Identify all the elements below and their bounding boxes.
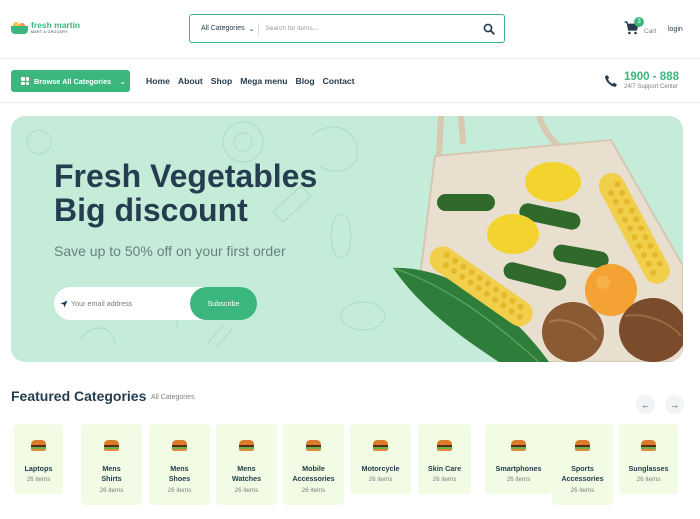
category-icon: [31, 440, 46, 451]
cart-label: Cart: [644, 28, 657, 35]
browse-categories-button[interactable]: Browse All Categories ⌄: [11, 70, 130, 92]
category-count: 26 items: [570, 486, 595, 494]
basket-logo-icon: [11, 21, 28, 34]
menu-item-shop[interactable]: Shop: [211, 76, 232, 86]
search-bar: All Categories ⌄: [189, 14, 505, 43]
grid-icon: [21, 77, 29, 85]
cart-count-badge: 3: [634, 17, 644, 27]
subscribe-button[interactable]: Subscribe: [190, 287, 257, 320]
category-icon: [511, 440, 526, 451]
category-icon: [641, 440, 656, 451]
main-navbar: Browse All Categories ⌄ Home About Shop …: [0, 58, 700, 103]
hero-title-line-1: Fresh Vegetables: [54, 158, 318, 194]
menu-item-contact[interactable]: Contact: [323, 76, 355, 86]
category-card-mens-shoes[interactable]: Mens Shoes 26 items: [149, 424, 210, 505]
category-icon: [437, 440, 452, 451]
logo[interactable]: fresh martin MART & GROCERY: [11, 21, 80, 34]
category-count: 26 items: [506, 476, 531, 484]
arrow-right-icon: →: [670, 399, 679, 410]
cart-button[interactable]: 3 Cart: [624, 17, 657, 35]
chevron-down-icon: ⌄: [248, 25, 255, 33]
support-center: 1900 - 888 24/7 Support Center: [604, 71, 679, 91]
category-icon: [239, 440, 254, 451]
category-card-sports-accessories[interactable]: Sports Accessories 26 items: [552, 424, 613, 505]
category-count: 26 items: [432, 476, 457, 484]
category-name: Skin Care: [427, 464, 462, 473]
category-name: Smartphones: [495, 464, 542, 473]
all-categories-link[interactable]: All Categories: [151, 394, 195, 401]
category-card-sunglasses[interactable]: Sunglasses 26 items: [619, 424, 678, 494]
category-icon: [104, 440, 119, 451]
logo-tagline: MART & GROCERY: [31, 29, 68, 34]
category-name: Mens Shoes: [168, 464, 191, 484]
hero-banner: Fresh Vegetables Big discount Save up to…: [11, 116, 683, 362]
search-icon[interactable]: [483, 23, 495, 35]
category-count: 26 items: [368, 476, 393, 484]
hero-title-line-2: Big discount: [54, 191, 248, 228]
category-card-skin-care[interactable]: Skin Care 26 items: [418, 424, 471, 494]
category-card-mobile-accessories[interactable]: Mobile Accessories 26 items: [283, 424, 344, 505]
menu-item-home[interactable]: Home: [146, 76, 170, 86]
category-name: Mens Shirts: [101, 464, 122, 484]
search-category-label: All Categories: [201, 25, 245, 32]
vegetable-bag-image: [392, 116, 683, 362]
menu-item-about[interactable]: About: [178, 76, 203, 86]
category-count: 26 items: [167, 486, 192, 494]
category-name: Mens Watches: [231, 464, 262, 484]
email-input[interactable]: [71, 299, 181, 308]
category-name: Sunglasses: [628, 464, 669, 473]
arrow-left-icon: ←: [641, 399, 650, 410]
category-count: 26 items: [99, 486, 124, 494]
category-card-smartphones[interactable]: Smartphones 26 items: [485, 424, 552, 494]
category-icon: [306, 440, 321, 451]
category-card-mens-shirts[interactable]: Mens Shirts 26 items: [81, 424, 142, 505]
chevron-down-icon: ⌄: [119, 76, 126, 86]
category-name: Mobile Accessories: [292, 464, 335, 484]
category-card-laptops[interactable]: Laptops 26 items: [14, 424, 63, 494]
category-name: Motorcycle: [361, 464, 400, 473]
category-count: 26 items: [26, 476, 51, 484]
category-card-mens-watches[interactable]: Mens Watches 26 items: [216, 424, 277, 505]
category-icon: [373, 440, 388, 451]
search-category-select[interactable]: All Categories ⌄: [190, 15, 254, 42]
hero-subtitle: Save up to 50% off on your first order: [54, 243, 286, 259]
carousel-prev-button[interactable]: ←: [636, 395, 655, 414]
hero-title: Fresh Vegetables Big discount: [54, 158, 318, 228]
category-card-motorcycle[interactable]: Motorcycle 26 items: [350, 424, 411, 494]
menu-item-blog[interactable]: Blog: [295, 76, 314, 86]
subscribe-form: Subscribe: [54, 287, 257, 320]
category-name: Laptops: [24, 464, 53, 473]
support-label: 24/7 Support Center: [624, 84, 679, 91]
phone-icon: [605, 75, 617, 87]
category-count: 26 items: [234, 486, 259, 494]
top-header: fresh martin MART & GROCERY All Categori…: [0, 0, 700, 58]
featured-categories-title: Featured Categories: [11, 388, 147, 404]
send-icon: [60, 300, 68, 307]
category-count: 26 items: [301, 486, 326, 494]
menu-item-mega-menu[interactable]: Mega menu: [240, 76, 287, 86]
category-count: 26 items: [636, 476, 661, 484]
support-phone[interactable]: 1900 - 888: [624, 71, 679, 84]
search-input[interactable]: [259, 25, 470, 32]
browse-categories-label: Browse All Categories: [34, 76, 112, 86]
main-menu: Home About Shop Mega menu Blog Contact: [146, 76, 355, 86]
category-icon: [172, 440, 187, 451]
category-icon: [575, 440, 590, 451]
logo-name: fresh martin: [31, 20, 81, 30]
login-link[interactable]: login: [668, 26, 683, 33]
carousel-next-button[interactable]: →: [665, 395, 684, 414]
category-name: Sports Accessories: [561, 464, 604, 484]
